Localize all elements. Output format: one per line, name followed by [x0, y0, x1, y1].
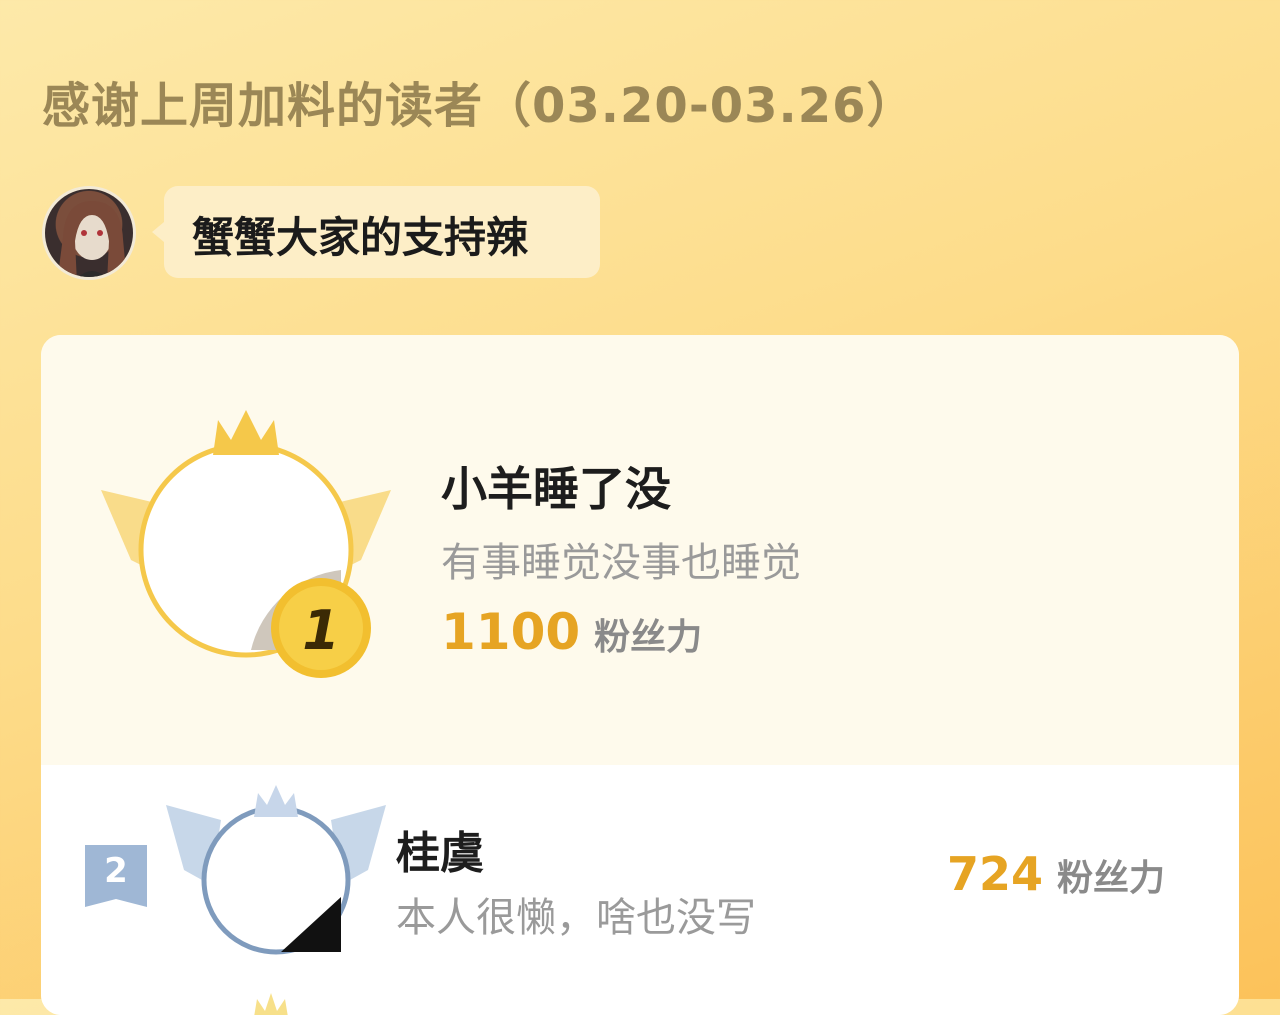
rank-second-score-group: 724 粉丝力: [947, 847, 1165, 901]
page-title: 感谢上周加料的读者（03.20-03.26）: [42, 78, 916, 134]
rank-second-score: 724: [947, 847, 1044, 901]
rank-first-score: 1100: [441, 603, 581, 661]
ranking-card: 1 小羊睡了没 有事睡觉没事也睡觉 1100 粉丝力 2 桂虞 本人很懒，啥也没写…: [41, 335, 1239, 1015]
rank-second-signature: 本人很懒，啥也没写: [396, 895, 756, 941]
rank-first-name: 小羊睡了没: [441, 462, 671, 516]
rank-first-row[interactable]: 1 小羊睡了没 有事睡觉没事也睡觉 1100 粉丝力: [41, 335, 1239, 765]
rank-second-badge: 2: [85, 845, 147, 907]
author-avatar[interactable]: [42, 186, 136, 280]
rank-first-score-group: 1100 粉丝力: [441, 603, 702, 661]
avatar-illustration-icon: [57, 201, 127, 277]
author-message: 蟹蟹大家的支持辣: [192, 213, 529, 262]
author-message-bubble: 蟹蟹大家的支持辣: [152, 186, 600, 278]
rank-second-row[interactable]: 2 桂虞 本人很懒，啥也没写 724 粉丝力: [41, 765, 1239, 1015]
rank-first-signature: 有事睡觉没事也睡觉: [441, 540, 801, 586]
rank-second-number: 2: [104, 851, 128, 891]
svg-text:1: 1: [302, 599, 340, 662]
gold-crown-avatar-frame-icon: 1: [101, 410, 391, 678]
silver-crown-avatar-frame-icon: [166, 785, 386, 955]
rank-second-name: 桂虞: [396, 828, 484, 879]
rank-first-unit: 粉丝力: [594, 617, 703, 658]
next-rank-crown-icon: [254, 993, 288, 1015]
rank-second-unit: 粉丝力: [1057, 858, 1166, 899]
